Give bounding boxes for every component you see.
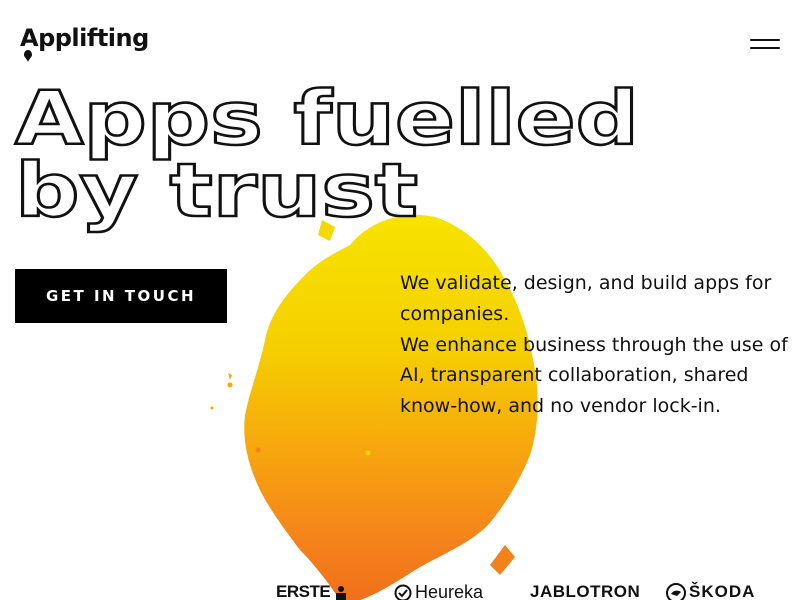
erste-bank-icon xyxy=(336,585,347,600)
client-logo-skoda: ŠKODA xyxy=(666,582,755,600)
intro-description: We validate, design, and build apps for … xyxy=(400,268,790,422)
client-name-skoda: ŠKODA xyxy=(689,582,756,600)
skoda-arrow-icon xyxy=(666,582,686,600)
client-logo-erste: ERSTE xyxy=(276,582,351,600)
client-name-erste: ERSTE xyxy=(276,582,331,600)
hero-headline: Apps fuelled by trust xyxy=(14,84,641,234)
intro-paragraph-2: We enhance business through the use of A… xyxy=(400,333,788,418)
client-name-jablotron: JABLOTRON xyxy=(530,582,641,600)
get-in-touch-button[interactable]: GET IN TOUCH xyxy=(15,269,227,323)
site-header: Applifting xyxy=(0,0,800,80)
client-logos: ERSTE Heureka JABLOTRON ŠKODA xyxy=(270,578,790,600)
hamburger-icon-line xyxy=(750,39,780,41)
applifting-logo[interactable]: Applifting xyxy=(20,24,149,64)
brand-name: Applifting xyxy=(20,24,149,52)
client-name-heureka: Heureka xyxy=(415,582,484,600)
client-logo-jablotron: JABLOTRON xyxy=(530,582,640,600)
hero-line-2: by trust xyxy=(15,148,418,234)
menu-button[interactable] xyxy=(748,36,782,56)
logo-pin-icon xyxy=(24,50,32,62)
heureka-check-icon xyxy=(394,584,412,600)
client-logo-heureka: Heureka xyxy=(394,582,483,600)
intro-paragraph-1: We validate, design, and build apps for … xyxy=(400,272,772,325)
hamburger-icon-line xyxy=(750,47,780,49)
